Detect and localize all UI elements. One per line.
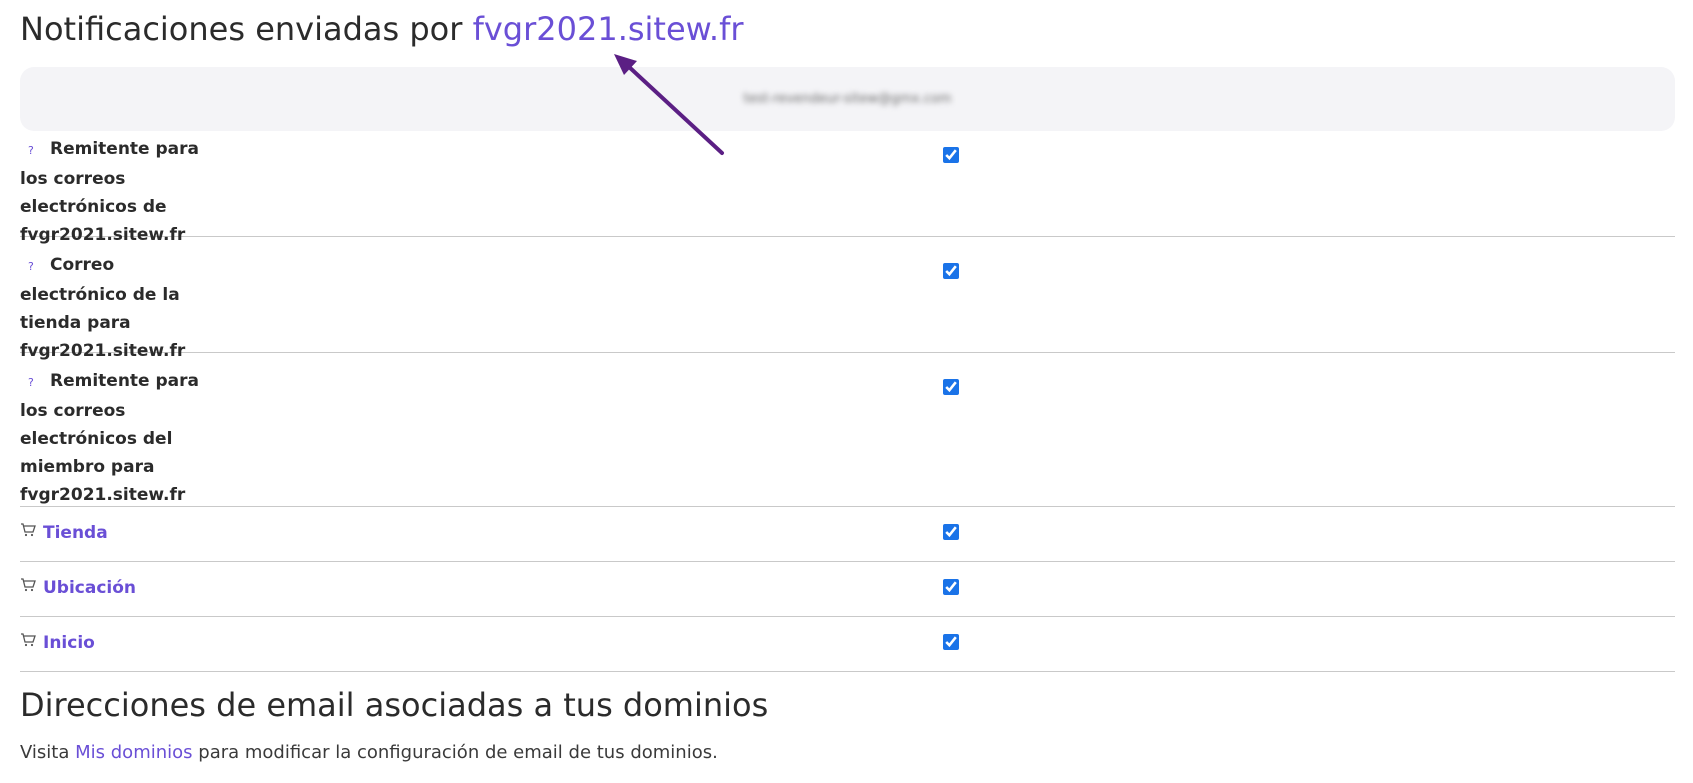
help-icon[interactable]: ? [28, 369, 40, 397]
my-domains-link[interactable]: Mis dominios [75, 742, 192, 763]
row-label: ? Remitente para los correos electrónicos… [20, 367, 210, 509]
row-label: Inicio [20, 629, 210, 657]
row-checkbox[interactable] [943, 379, 959, 395]
location-page-link[interactable]: Ubicación [43, 578, 136, 598]
notification-row: ? Correo electrónico de la tienda para fv… [20, 247, 1675, 361]
row-label: ? Correo electrónico de la tienda para fv… [20, 251, 210, 365]
shop-page-link[interactable]: Tienda [43, 523, 108, 543]
help-icon[interactable]: ? [28, 137, 40, 165]
domains-help-text: Visita Mis dominios para modificar la co… [20, 742, 718, 763]
title-prefix: Notificaciones enviadas por [20, 10, 463, 48]
row-checkbox[interactable] [943, 634, 959, 650]
help-text-before: Visita [20, 742, 70, 763]
page-row-home: Inicio [20, 617, 1675, 672]
page-row-location: Ubicación [20, 562, 1675, 617]
site-domain-link[interactable]: fvgr2021.sitew.fr [473, 10, 744, 48]
notifications-title: Notificaciones enviadas por fvgr2021.sit… [20, 10, 743, 48]
notification-row: ? Remitente para los correos electrónicos… [20, 363, 1675, 507]
row-label: Ubicación [20, 574, 210, 602]
row-checkbox[interactable] [943, 263, 959, 279]
cart-icon [21, 523, 36, 537]
domain-emails-title: Direcciones de email asociadas a tus dom… [20, 686, 769, 724]
cart-icon [21, 578, 36, 592]
help-text-after: para modificar la configuración de email… [198, 742, 718, 763]
help-icon[interactable]: ? [28, 253, 40, 281]
row-checkbox[interactable] [943, 579, 959, 595]
row-label-text: Correo electrónico de la tienda para fvg… [20, 255, 186, 361]
row-label-text: Remitente para los correos electrónicos … [20, 371, 199, 505]
column-header-bar: test-revendeur-sitew@gmx.com [20, 67, 1675, 131]
row-label-text: Remitente para los correos electrónicos … [20, 139, 199, 245]
notification-row: ? Remitente para los correos electrónicos… [20, 131, 1675, 245]
row-checkbox[interactable] [943, 524, 959, 540]
row-checkbox[interactable] [943, 147, 959, 163]
column-header-email: test-revendeur-sitew@gmx.com [743, 91, 952, 107]
page-row-shop: Tienda [20, 507, 1675, 562]
home-page-link[interactable]: Inicio [43, 633, 95, 653]
row-label: Tienda [20, 519, 210, 547]
row-label: ? Remitente para los correos electrónicos… [20, 135, 210, 249]
cart-icon [21, 633, 36, 647]
